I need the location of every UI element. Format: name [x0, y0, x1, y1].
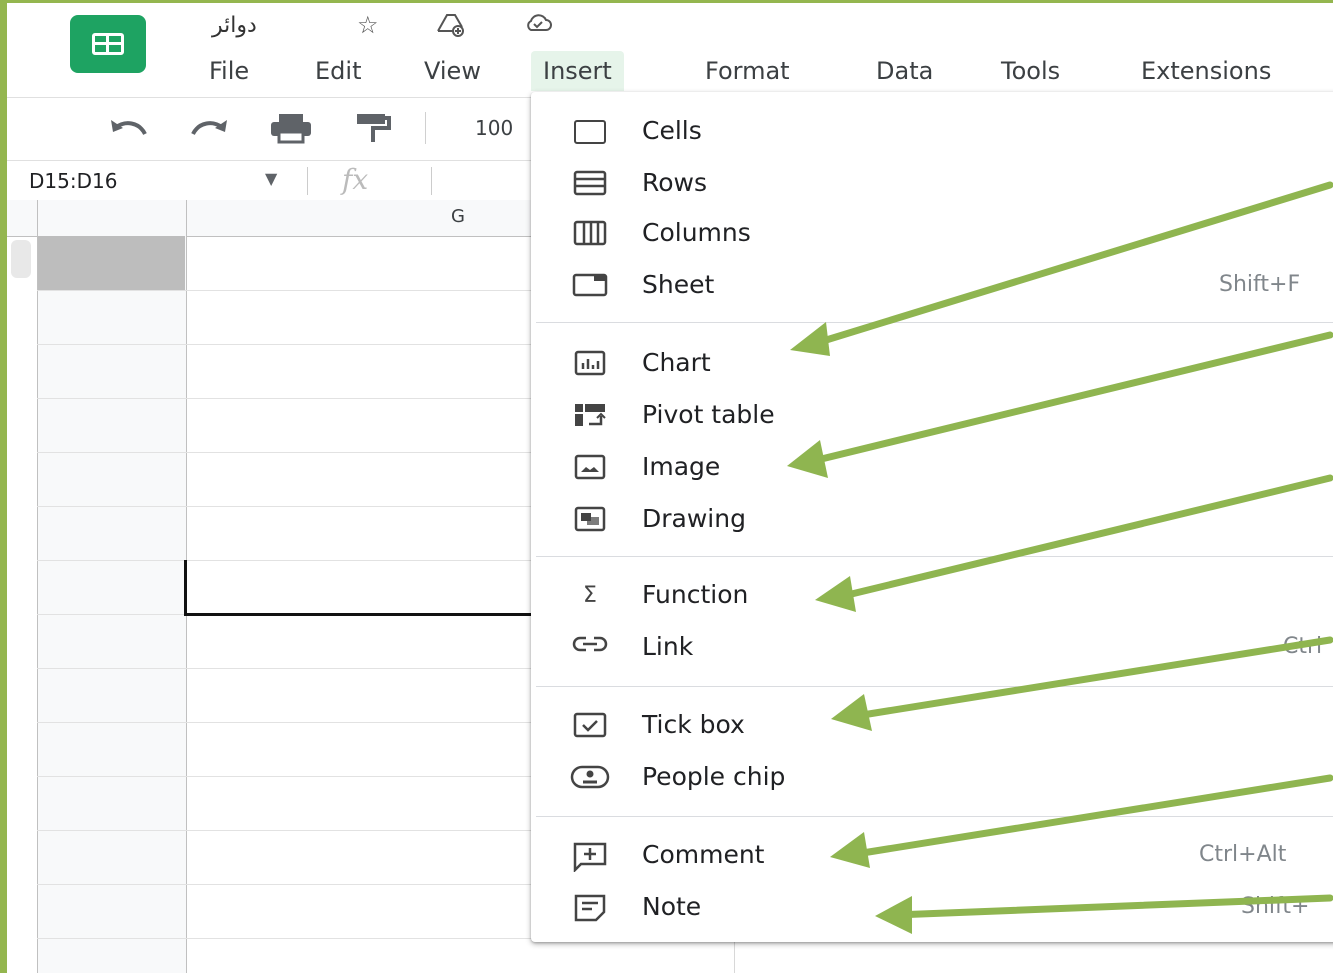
link-icon	[569, 634, 611, 662]
note-icon	[569, 894, 611, 922]
menu-item-function[interactable]: Σ Function	[531, 570, 1333, 622]
cells-icon	[569, 118, 611, 146]
fx-icon: fx	[342, 163, 369, 196]
menu-item-cells[interactable]: Cells	[531, 106, 1333, 158]
menu-item-shortcut: Shift+F	[1219, 272, 1301, 297]
menu-item-label: Sheet	[642, 270, 715, 299]
menu-item-tick-box[interactable]: Tick box	[531, 700, 1333, 752]
paint-format-icon[interactable]	[353, 112, 393, 152]
scrollbar-handle[interactable]	[11, 240, 31, 278]
column-header-g[interactable]: G	[451, 206, 465, 227]
menu-divider	[536, 686, 1333, 687]
star-icon[interactable]: ☆	[357, 11, 379, 39]
menu-item-label: Cells	[642, 116, 702, 145]
document-title[interactable]: دوائر	[212, 13, 257, 38]
divider	[307, 167, 308, 195]
app-header: دوائر ☆ File Edit View Insert Format Dat…	[7, 3, 1333, 98]
row-header-column	[37, 200, 187, 973]
name-box[interactable]: D15:D16	[29, 169, 117, 193]
menu-item-label: Function	[642, 580, 749, 609]
selected-row-header[interactable]	[38, 236, 185, 290]
menu-divider	[536, 556, 1333, 557]
menu-item-comment[interactable]: Comment Ctrl+Alt	[531, 830, 1333, 882]
menu-item-image[interactable]: Image	[531, 442, 1333, 494]
menu-item-label: Tick box	[642, 710, 745, 739]
menu-item-label: Link	[642, 632, 694, 661]
menu-item-link[interactable]: Link Ctrl	[531, 622, 1333, 674]
menu-item-columns[interactable]: Columns	[531, 208, 1333, 260]
selected-range-border	[184, 560, 547, 616]
menu-tools[interactable]: Tools	[989, 51, 1072, 91]
menu-view[interactable]: View	[412, 51, 493, 91]
menu-item-label: People chip	[642, 762, 786, 791]
menu-item-pivot-table[interactable]: Pivot table	[531, 390, 1333, 442]
menu-item-label: Columns	[642, 218, 751, 247]
sheet-icon	[569, 272, 611, 300]
drawing-icon	[569, 506, 611, 534]
insert-menu-dropdown: Cells Rows Columns Sheet Shift+F Chart P…	[531, 92, 1333, 942]
comment-icon	[569, 842, 611, 874]
menu-item-drawing[interactable]: Drawing	[531, 494, 1333, 546]
menu-item-label: Pivot table	[642, 400, 775, 429]
rows-icon	[569, 170, 611, 198]
menu-item-sheet[interactable]: Sheet Shift+F	[531, 260, 1333, 312]
menu-item-shortcut: Shift+	[1241, 894, 1310, 919]
cloud-status-icon[interactable]	[523, 11, 553, 41]
menu-item-label: Comment	[642, 840, 765, 869]
people-chip-icon	[569, 764, 611, 792]
zoom-select[interactable]: 100	[475, 116, 513, 140]
menu-item-label: Note	[642, 892, 702, 921]
columns-icon	[569, 220, 611, 248]
menu-divider	[536, 322, 1333, 323]
redo-icon[interactable]	[187, 112, 231, 150]
tick-box-icon	[569, 712, 611, 740]
menu-item-label: Rows	[642, 168, 708, 197]
frame-border	[0, 0, 7, 973]
menu-insert[interactable]: Insert	[531, 51, 624, 91]
menu-item-shortcut: Ctrl	[1283, 634, 1323, 659]
menu-data[interactable]: Data	[864, 51, 945, 91]
undo-icon[interactable]	[107, 112, 151, 150]
menu-format[interactable]: Format	[693, 51, 802, 91]
function-icon: Σ	[583, 583, 597, 608]
chart-icon	[569, 350, 611, 378]
menu-item-chart[interactable]: Chart	[531, 338, 1333, 390]
menu-item-shortcut: Ctrl+Alt	[1199, 842, 1287, 867]
chevron-down-icon[interactable]: ▼	[265, 169, 277, 188]
menu-file[interactable]: File	[197, 51, 261, 91]
menu-item-label: Drawing	[642, 504, 746, 533]
image-icon	[569, 454, 611, 482]
toolbar-separator	[425, 112, 426, 144]
pivot-table-icon	[569, 402, 611, 430]
move-to-drive-icon[interactable]	[435, 11, 465, 43]
menu-item-rows[interactable]: Rows	[531, 158, 1333, 210]
menu-item-label: Chart	[642, 348, 711, 377]
print-icon[interactable]	[269, 112, 313, 152]
menu-extensions[interactable]: Extensions	[1129, 51, 1283, 91]
divider	[431, 167, 432, 195]
sheets-logo-icon[interactable]	[70, 15, 146, 73]
menu-divider	[536, 816, 1333, 817]
menu-item-people-chip[interactable]: People chip	[531, 752, 1333, 804]
menu-item-note[interactable]: Note Shift+	[531, 882, 1333, 934]
menu-item-label: Image	[642, 452, 721, 481]
menu-edit[interactable]: Edit	[303, 51, 373, 91]
